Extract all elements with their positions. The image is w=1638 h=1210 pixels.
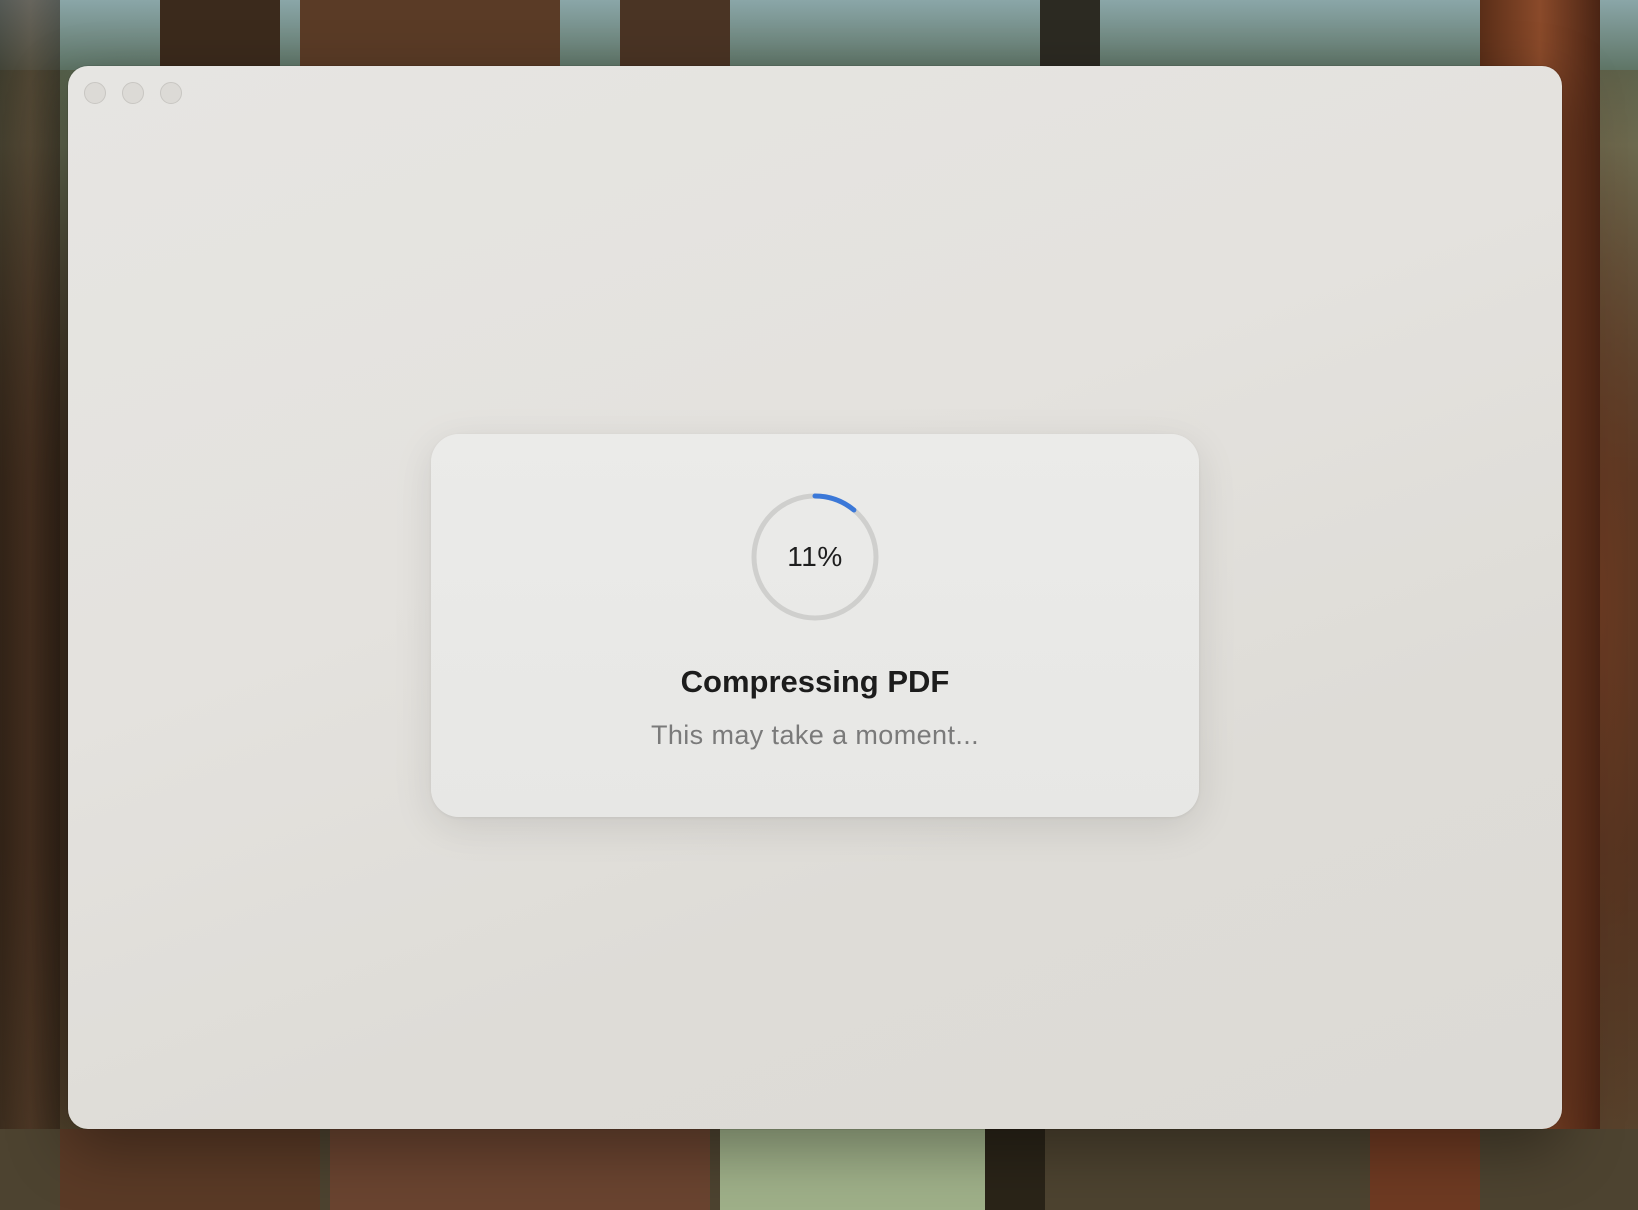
- progress-percent-label: 11%: [787, 541, 843, 572]
- app-window: 11% Compressing PDF This may take a mome…: [68, 66, 1562, 1129]
- dialog-title: Compressing PDF: [680, 664, 950, 699]
- dialog-subtitle: This may take a moment...: [650, 720, 980, 750]
- close-button[interactable]: [84, 82, 106, 104]
- minimize-button[interactable]: [122, 82, 144, 104]
- zoom-button[interactable]: [160, 82, 182, 104]
- window-controls: [84, 82, 182, 104]
- progress-dialog: 11% Compressing PDF This may take a mome…: [431, 434, 1199, 817]
